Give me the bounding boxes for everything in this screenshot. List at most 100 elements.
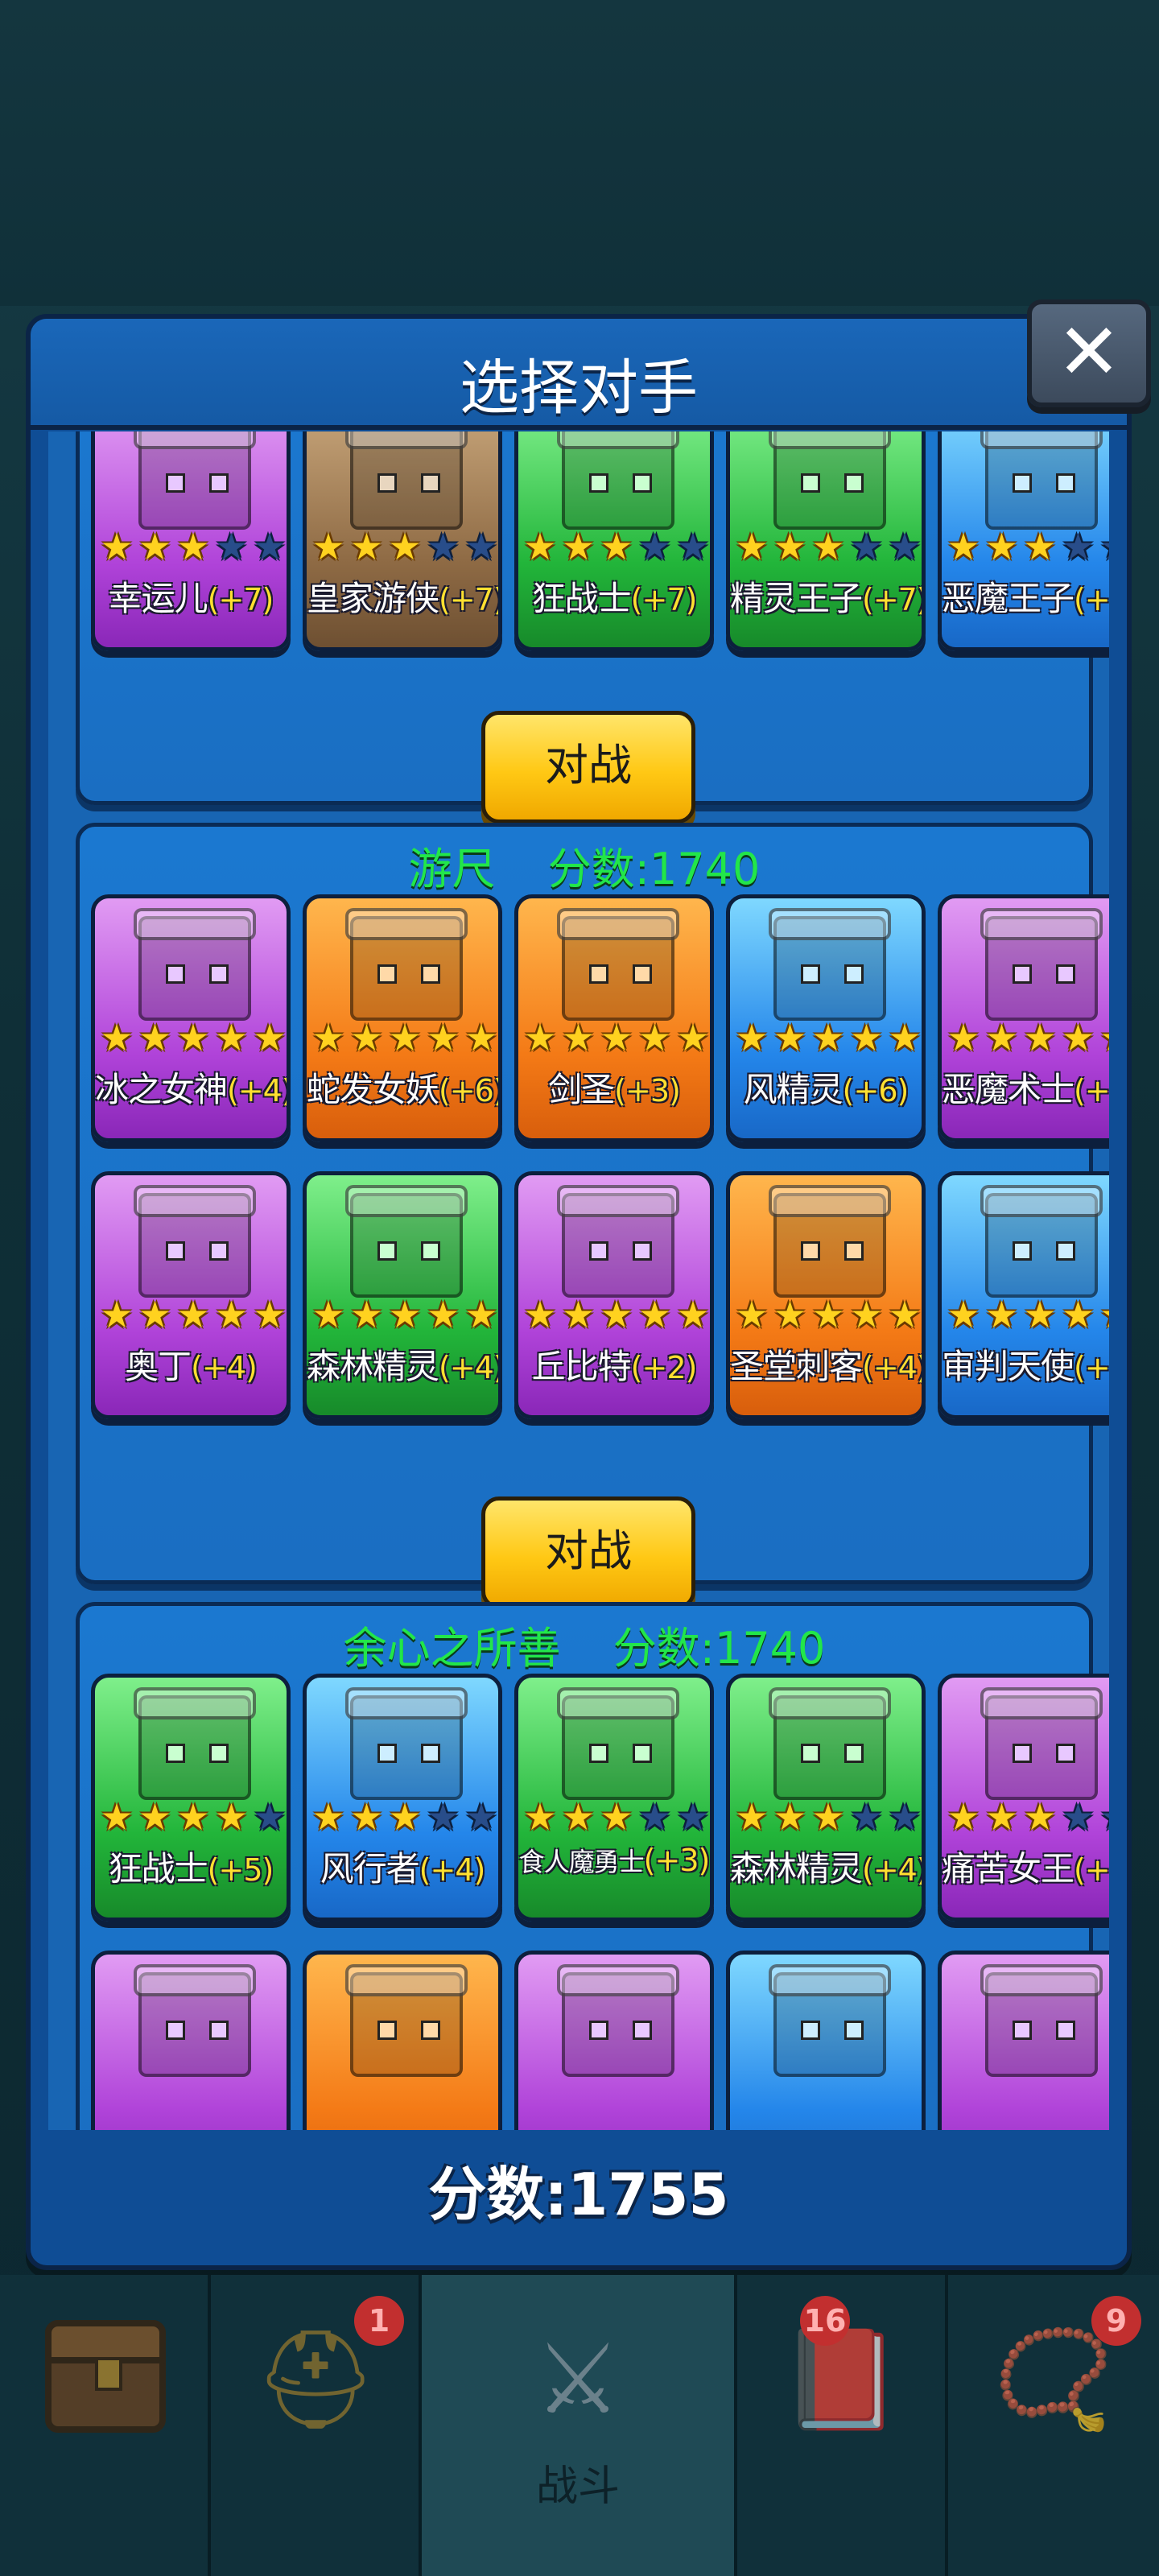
hero-name: 皇家游侠(+7) — [307, 572, 498, 621]
star-icon: ★ — [1061, 1293, 1095, 1336]
hero-name: 蛇发女妖(+6) — [307, 1063, 498, 1112]
hero-name-text: 恶魔王子 — [942, 579, 1074, 618]
star-icon: ★ — [349, 1016, 384, 1059]
star-icon: ★ — [311, 1016, 345, 1059]
nav-tab-battle[interactable]: ⚔ 战斗 — [422, 2275, 737, 2576]
dialog-title: 选择对手 — [460, 353, 698, 423]
star-icon: ★ — [849, 1016, 884, 1059]
star-icon: ★ — [984, 1795, 1019, 1839]
hero-card[interactable] — [303, 1951, 502, 2130]
star-icon: ★ — [349, 525, 384, 568]
hero-card[interactable]: ★ ★ ★ ★ ★ 蛇发女妖(+6) — [303, 894, 502, 1142]
hero-portrait — [980, 1964, 1103, 2077]
star-icon: ★ — [464, 1293, 498, 1336]
hero-card[interactable] — [726, 1951, 926, 2130]
hero-card[interactable]: ★ ★ ★ ★ ★ 风精灵(+6) — [726, 894, 926, 1142]
hero-bonus: (+4) — [227, 1073, 291, 1108]
star-icon: ★ — [388, 1293, 422, 1336]
hero-portrait — [980, 431, 1103, 530]
hero-name-text: 风精灵 — [743, 1070, 843, 1109]
hero-portrait — [345, 431, 468, 530]
star-icon: ★ — [523, 1293, 557, 1336]
star-rating: ★★★★★ — [522, 1293, 710, 1336]
star-icon: ★ — [888, 1293, 922, 1336]
star-icon: ★ — [214, 1293, 249, 1336]
hero-name-text: 幸运儿 — [108, 579, 208, 618]
star-icon: ★ — [1098, 1019, 1109, 1056]
hero-portrait — [557, 1687, 679, 1800]
star-icon: ★ — [811, 525, 845, 568]
hero-bonus: (+4) — [862, 1350, 926, 1385]
star-icon: ★ — [849, 1293, 884, 1336]
notification-badge: 1 — [354, 2296, 404, 2346]
star-icon: ★ — [100, 1016, 134, 1059]
hero-bonus: (+4) — [191, 1350, 258, 1385]
hero-bonus: (+6) — [842, 1073, 909, 1108]
hero-name: 森林精灵(+4) — [307, 1340, 498, 1389]
hero-card[interactable]: ★ ★ ★ ★ ★ 精灵王子(+7) — [726, 431, 926, 651]
nav-tab-items[interactable]: 📿 9 — [948, 2275, 1159, 2576]
battle-button[interactable]: 对战 — [481, 1496, 695, 1609]
star-icon: ★ — [100, 1795, 134, 1839]
hero-card[interactable] — [514, 1951, 714, 2130]
hero-card[interactable]: ★ ★ ★ ★ ★ 奥丁(+4) — [91, 1171, 291, 1419]
hero-card[interactable]: ★ ★ ★ ★ ★ 皇家游侠(+7) — [303, 431, 502, 651]
opponent-list[interactable]: ★ ★ ★ ★ ★ 幸运儿(+7) ★ ★ ★ ★ ★ 皇家游侠(+7) ★ ★ ★ ★ ★ 狂战士(+7) ★ ★ ★… — [48, 431, 1109, 2130]
hero-card[interactable] — [91, 1951, 291, 2130]
amulet-icon: 📿 — [993, 2324, 1114, 2436]
hero-name: 审判天使(+4) — [942, 1340, 1109, 1389]
hero-name-text: 恶魔术士 — [942, 1070, 1074, 1109]
close-icon: ✕ — [1056, 307, 1122, 397]
star-icon: ★ — [637, 1293, 672, 1336]
hero-card[interactable] — [938, 1951, 1109, 2130]
hero-card[interactable]: ★ ★ ★ ★ ★ 狂战士(+7) — [514, 431, 714, 651]
hero-card[interactable]: ★★★★★审判天使(+4) — [938, 1171, 1109, 1419]
hero-card[interactable]: ★★★★★ 痛苦女王(+4) — [938, 1674, 1109, 1922]
hero-portrait — [134, 431, 256, 530]
nav-tab-shop[interactable] — [0, 2275, 211, 2576]
hero-card[interactable]: ★ ★ ★ ★ ★ 剑圣(+3) — [514, 894, 714, 1142]
hero-bonus: (+7) — [630, 582, 698, 617]
star-icon: ★ — [176, 1795, 210, 1839]
star-icon: ★ — [349, 1795, 384, 1839]
hero-portrait — [557, 431, 679, 530]
hero-bonus: (+7) — [862, 582, 926, 617]
star-icon: ★ — [253, 1293, 287, 1336]
star-rating: ★★★★★ — [522, 1798, 710, 1837]
hero-card[interactable]: ★ ★ ★ ★ ★ 狂战士(+5) — [91, 1674, 291, 1922]
opponent-header: 游尺 分数:1740 — [80, 833, 1089, 897]
hero-name-text: 风行者 — [320, 1849, 420, 1889]
hero-portrait — [345, 1964, 468, 2077]
hero-name-text: 剑圣 — [548, 1070, 615, 1109]
star-rating: ★★★★★ — [945, 1798, 1109, 1837]
nav-tab-heroes[interactable]: ⛑ 1 — [211, 2275, 422, 2576]
hero-card[interactable]: ★ ★ ★ ★ ★ 食人魔勇士(+3) — [514, 1674, 714, 1922]
nav-tab-spellbook[interactable]: 📕 16 — [737, 2275, 948, 2576]
hero-bonus: (+2) — [630, 1350, 698, 1385]
hero-name: 恶魔王子(+7) — [942, 572, 1109, 621]
close-button[interactable]: ✕ — [1027, 299, 1151, 407]
hero-card[interactable]: ★ ★ ★ ★ ★ 圣堂刺客(+4) — [726, 1171, 926, 1419]
hero-name: 狂战士(+7) — [518, 572, 710, 621]
crossed-swords-icon: ⚔ — [534, 2324, 621, 2436]
star-icon: ★ — [388, 1795, 422, 1839]
hero-card[interactable]: ★ ★ ★ ★ ★ 丘比特(+2) — [514, 1171, 714, 1419]
hero-card[interactable]: ★ ★ ★ ★ ★ 森林精灵(+4) — [726, 1674, 926, 1922]
dialog-header: 选择对手 — [31, 319, 1127, 430]
select-opponent-dialog: 选择对手 ★ ★ ★ ★ ★ 幸运儿(+7) ★ ★ ★ ★ ★ 皇家游侠(+7) ★ ★ ★ ★ ★ 狂战士(+… — [26, 314, 1132, 2270]
hero-name: 痛苦女王(+4) — [942, 1842, 1109, 1891]
hero-name-text: 冰之女神 — [95, 1070, 228, 1109]
star-icon: ★ — [253, 525, 287, 568]
star-icon: ★ — [811, 1293, 845, 1336]
battle-button[interactable]: 对战 — [481, 711, 695, 824]
star-rating: ★★★★★ — [522, 528, 710, 567]
hero-card[interactable]: ★★★★★恶魔术士(+5) — [938, 894, 1109, 1142]
hero-card[interactable]: ★ ★ ★ ★ ★ 风行者(+4) — [303, 1674, 502, 1922]
star-icon: ★ — [426, 1016, 460, 1059]
hero-card[interactable]: ★★★★★恶魔王子(+7) — [938, 431, 1109, 651]
hero-name-text: 精灵王子 — [730, 579, 863, 618]
star-icon: ★ — [735, 1795, 769, 1839]
hero-card[interactable]: ★ ★ ★ ★ ★ 冰之女神(+4) — [91, 894, 291, 1142]
hero-card[interactable]: ★ ★ ★ ★ ★ 幸运儿(+7) — [91, 431, 291, 651]
hero-card[interactable]: ★ ★ ★ ★ ★ 森林精灵(+4) — [303, 1171, 502, 1419]
